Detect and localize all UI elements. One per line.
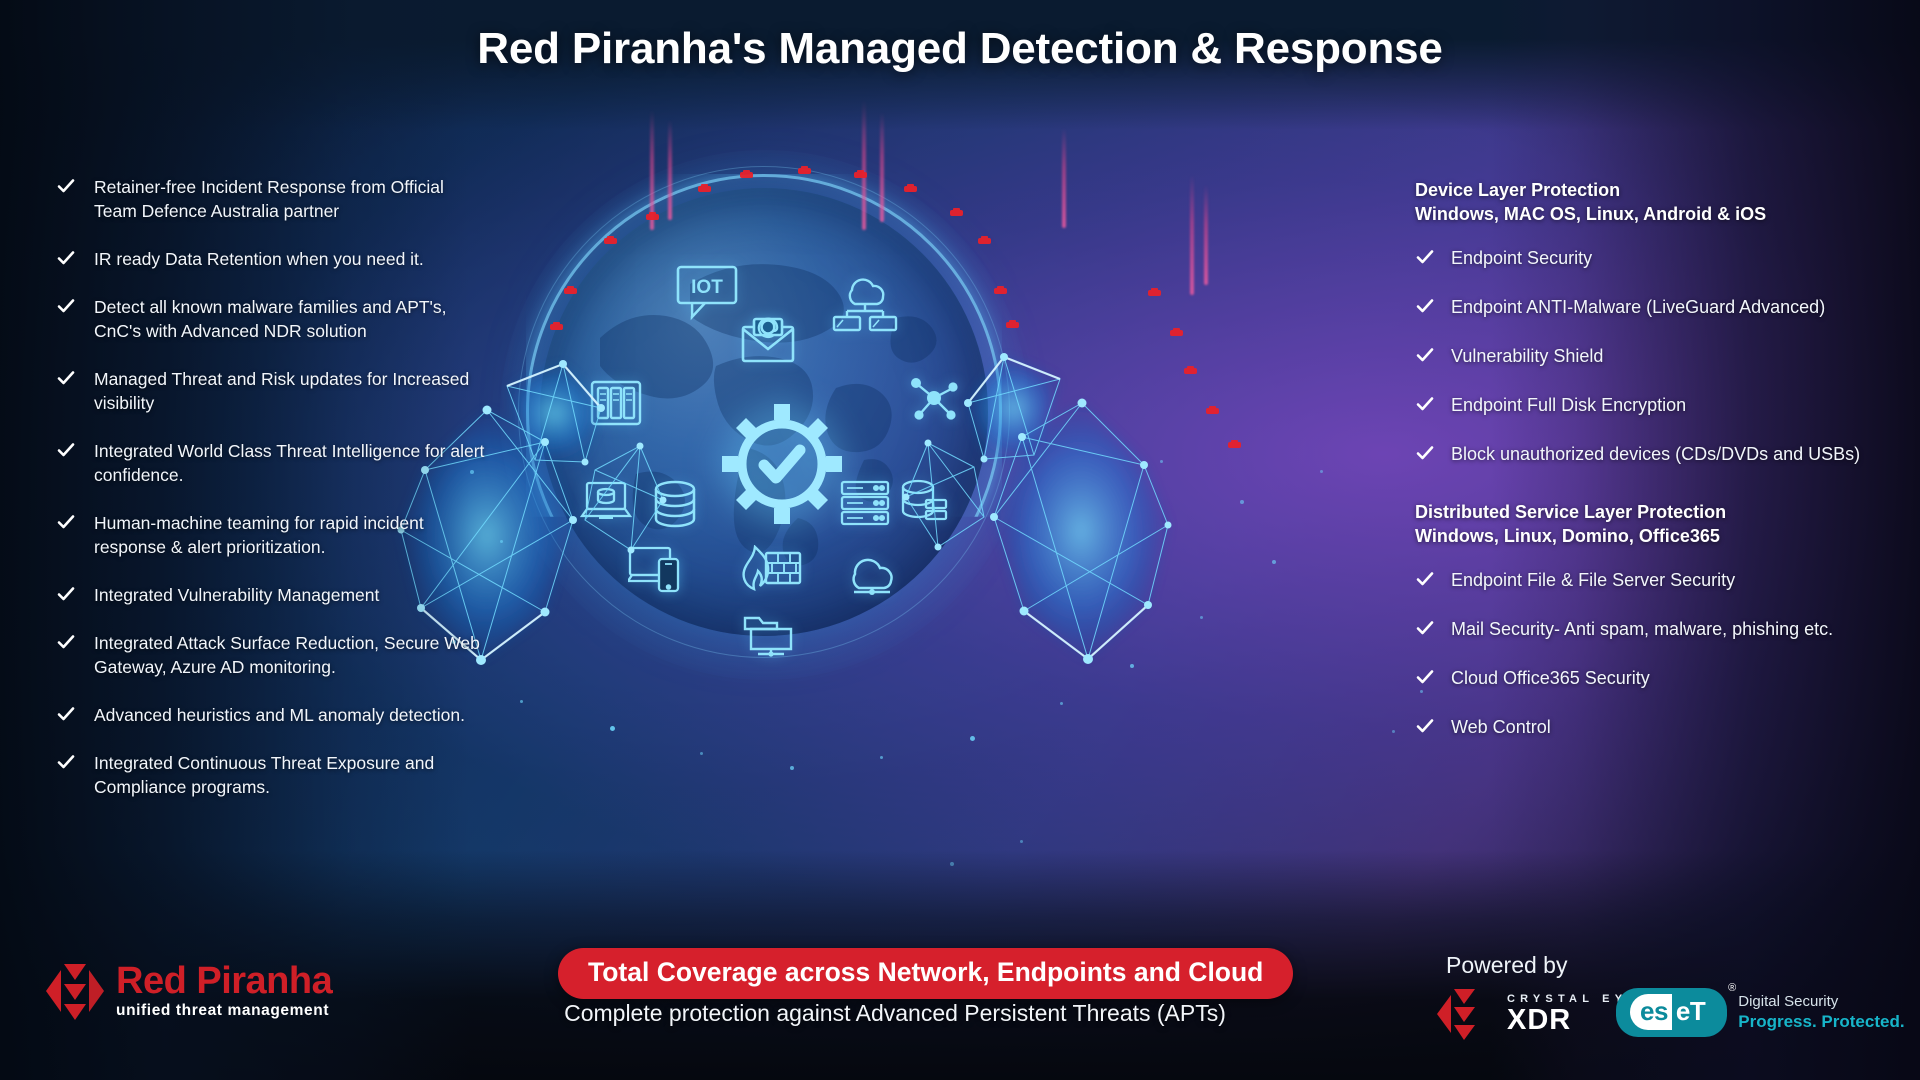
feature-item-label: Detect all known malware families and AP… bbox=[94, 297, 447, 341]
section-heading-line1: Distributed Service Layer Protection bbox=[1415, 502, 1727, 522]
feature-item: Integrated Attack Surface Reduction, Sec… bbox=[56, 631, 486, 679]
protection-item-label: Endpoint ANTI-Malware (LiveGuard Advance… bbox=[1451, 297, 1826, 317]
feature-item-label: IR ready Data Retention when you need it… bbox=[94, 249, 424, 269]
section-heading-line1: Device Layer Protection bbox=[1415, 180, 1621, 200]
feature-item: Retainer-free Incident Response from Off… bbox=[56, 175, 486, 223]
check-icon bbox=[1415, 394, 1435, 414]
feature-item-label: Integrated Continuous Threat Exposure an… bbox=[94, 753, 435, 797]
right-protection-column: Device Layer Protection Windows, MAC OS, … bbox=[1415, 178, 1875, 764]
section-heading-line2: Windows, MAC OS, Linux, Android & iOS bbox=[1415, 204, 1767, 224]
feature-item-label: Integrated Vulnerability Management bbox=[94, 585, 380, 605]
protection-item-label: Endpoint Full Disk Encryption bbox=[1451, 395, 1687, 415]
piranha-mark-icon bbox=[46, 964, 104, 1020]
powered-by-label: Powered by bbox=[1446, 952, 1568, 978]
check-icon bbox=[56, 704, 76, 724]
feature-item-label: Advanced heuristics and ML anomaly detec… bbox=[94, 705, 465, 725]
protection-item-label: Mail Security- Anti spam, malware, phish… bbox=[1451, 619, 1834, 639]
eset-badge: es eT ® bbox=[1616, 982, 1736, 1037]
infographic-canvas: IOT bbox=[0, 0, 1920, 1080]
protection-item-label: Web Control bbox=[1451, 717, 1551, 737]
eset-registered-mark: ® bbox=[1728, 982, 1737, 994]
check-icon bbox=[56, 368, 76, 388]
section-heading-line2: Windows, Linux, Domino, Office365 bbox=[1415, 526, 1720, 546]
section-heading: Device Layer Protection Windows, MAC OS, … bbox=[1415, 178, 1875, 226]
feature-item: Human-machine teaming for rapid incident… bbox=[56, 511, 486, 559]
feature-item: Advanced heuristics and ML anomaly detec… bbox=[56, 703, 486, 727]
eset-tagline: Digital Security Progress. Protected. bbox=[1738, 993, 1904, 1033]
section-item-list: Endpoint File & File Server Security Mail… bbox=[1415, 568, 1875, 739]
footer-subline-text: Complete protection against Advanced Per… bbox=[564, 1000, 1226, 1026]
check-icon bbox=[56, 632, 76, 652]
check-icon bbox=[1415, 443, 1435, 463]
coverage-banner: Total Coverage across Network, Endpoints… bbox=[558, 948, 1294, 999]
protection-item: Web Control bbox=[1415, 715, 1875, 739]
check-icon bbox=[56, 440, 76, 460]
check-icon bbox=[56, 512, 76, 532]
eset-word-light: es bbox=[1630, 994, 1672, 1030]
protection-item: Vulnerability Shield bbox=[1415, 344, 1875, 368]
page-title: Red Piranha's Managed Detection & Respon… bbox=[477, 24, 1443, 73]
protection-item-label: Endpoint File & File Server Security bbox=[1451, 570, 1736, 590]
check-icon bbox=[1415, 247, 1435, 267]
section-item-list: Endpoint Security Endpoint ANTI-Malware (… bbox=[1415, 246, 1875, 466]
feature-item-label: Human-machine teaming for rapid incident… bbox=[94, 513, 424, 557]
protection-item: Endpoint File & File Server Security bbox=[1415, 568, 1875, 592]
protection-item-label: Cloud Office365 Security bbox=[1451, 668, 1650, 688]
section-heading: Distributed Service Layer Protection Wind… bbox=[1415, 500, 1875, 548]
feature-item: Integrated Vulnerability Management bbox=[56, 583, 486, 607]
feature-item: IR ready Data Retention when you need it… bbox=[56, 247, 486, 271]
check-icon bbox=[56, 176, 76, 196]
check-icon bbox=[56, 752, 76, 772]
check-icon bbox=[56, 296, 76, 316]
check-icon bbox=[1415, 667, 1435, 687]
protection-item: Endpoint ANTI-Malware (LiveGuard Advance… bbox=[1415, 295, 1875, 319]
left-feature-list: Retainer-free Incident Response from Off… bbox=[56, 175, 486, 823]
crystal-eye-xdr-logo: CRYSTAL EYE XDR bbox=[1437, 985, 1640, 1043]
brand-tagline: unified threat management bbox=[116, 1002, 330, 1019]
feature-item-label: Managed Threat and Risk updates for Incr… bbox=[94, 369, 470, 413]
protection-item: Mail Security- Anti spam, malware, phish… bbox=[1415, 617, 1875, 641]
eset-tagline-line2: Progress. Protected. bbox=[1738, 1012, 1905, 1032]
eset-tagline-line1: Digital Security bbox=[1738, 992, 1839, 1010]
check-icon bbox=[1415, 569, 1435, 589]
feature-item: Managed Threat and Risk updates for Incr… bbox=[56, 367, 486, 415]
red-piranha-logo: Red Piranha unified threat management bbox=[46, 960, 333, 1022]
feature-item: Detect all known malware families and AP… bbox=[56, 295, 486, 343]
check-icon bbox=[1415, 618, 1435, 638]
feature-item-label: Integrated World Class Threat Intelligen… bbox=[94, 441, 485, 485]
check-icon bbox=[56, 248, 76, 268]
brand-name: Red Piranha bbox=[116, 960, 333, 1002]
feature-item-label: Retainer-free Incident Response from Off… bbox=[94, 177, 444, 221]
protection-item: Block unauthorized devices (CDs/DVDs and… bbox=[1415, 442, 1875, 466]
check-icon bbox=[1415, 716, 1435, 736]
eset-logo: es eT ® Digital Security Progress. Prote… bbox=[1616, 982, 1905, 1037]
protection-item: Endpoint Full Disk Encryption bbox=[1415, 393, 1875, 417]
crystal-eye-mark-icon bbox=[1437, 989, 1475, 1040]
protection-item-label: Endpoint Security bbox=[1451, 248, 1593, 268]
protection-item-label: Block unauthorized devices (CDs/DVDs and… bbox=[1451, 444, 1861, 464]
check-icon bbox=[1415, 345, 1435, 365]
protection-item: Endpoint Security bbox=[1415, 246, 1875, 270]
protection-item: Cloud Office365 Security bbox=[1415, 666, 1875, 690]
check-icon bbox=[56, 584, 76, 604]
protection-item-label: Vulnerability Shield bbox=[1451, 346, 1604, 366]
feature-item: Integrated World Class Threat Intelligen… bbox=[56, 439, 486, 487]
feature-item-label: Integrated Attack Surface Reduction, Sec… bbox=[94, 633, 480, 677]
check-icon bbox=[1415, 296, 1435, 316]
feature-item: Integrated Continuous Threat Exposure an… bbox=[56, 751, 486, 799]
eset-word-dark: eT bbox=[1675, 996, 1706, 1026]
